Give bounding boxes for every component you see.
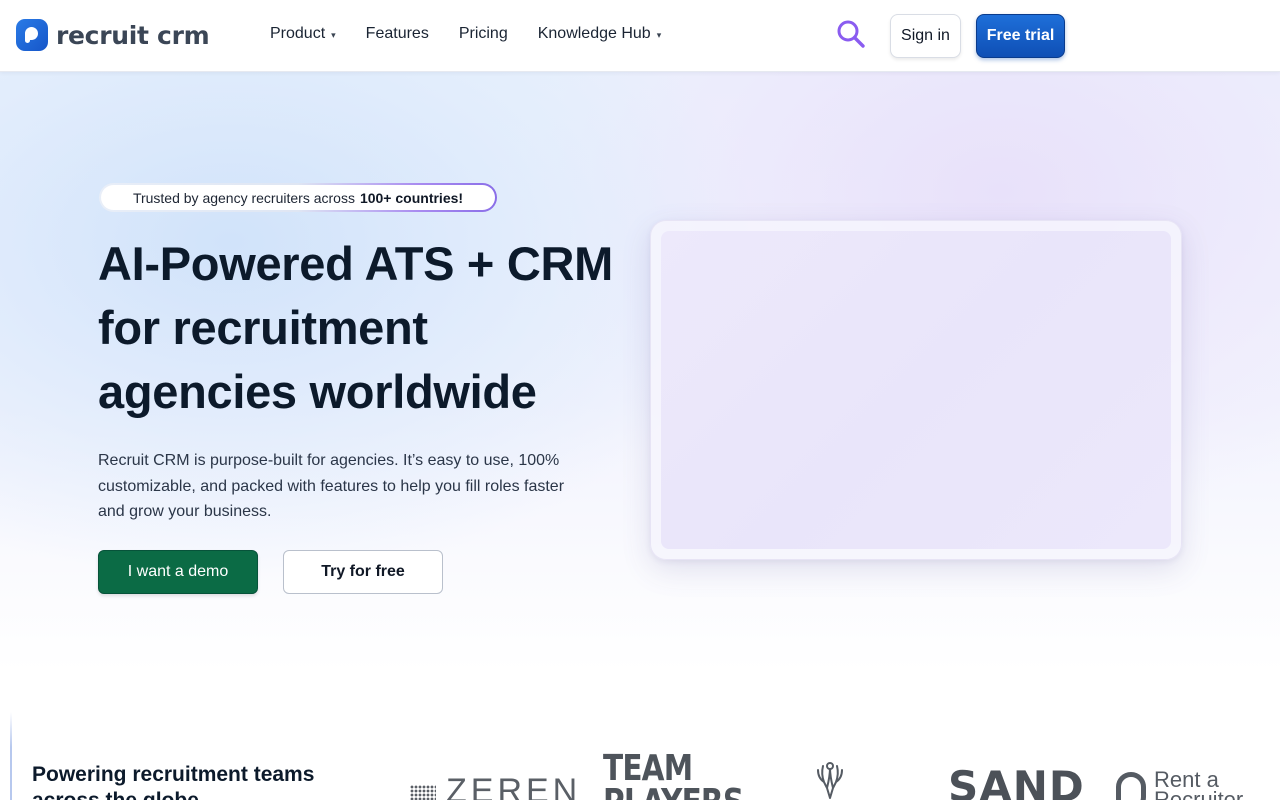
trusted-badge: Trusted by agency recruiters across 100+… bbox=[99, 183, 497, 212]
nav-item-label: Product bbox=[270, 25, 326, 42]
nav-item-knowledge-hub[interactable]: Knowledge Hub ▾ bbox=[538, 25, 662, 43]
client-logo-team-players: TEAM PLAYERS bbox=[603, 748, 744, 800]
client-logo-text-line: PLAYERS bbox=[603, 785, 744, 800]
clients-title: Powering recruitment teams across the gl… bbox=[32, 763, 315, 800]
recruit-crm-logo[interactable]: recruit crm bbox=[16, 18, 210, 52]
nav-item-features[interactable]: Features bbox=[366, 25, 429, 43]
client-logo-text-line: TEAM bbox=[603, 748, 693, 789]
client-logo-sand: SAND bbox=[948, 762, 1085, 800]
badge-text: Trusted by agency recruiters across bbox=[132, 189, 355, 206]
section-divider bbox=[10, 712, 12, 800]
nav-item-label: Pricing bbox=[458, 25, 508, 42]
chevron-down-icon: ▾ bbox=[331, 30, 336, 40]
search-icon bbox=[837, 20, 865, 48]
badge-highlight: 100+ countries! bbox=[359, 189, 464, 206]
free-trial-button[interactable]: Free trial bbox=[976, 14, 1065, 58]
zeren-dots-icon bbox=[410, 784, 436, 800]
client-logo-rent-a-recruiter: Rent a Recruiter bbox=[1116, 769, 1244, 800]
product-video-card[interactable] bbox=[650, 220, 1182, 560]
sign-in-button[interactable]: Sign in bbox=[890, 14, 961, 58]
rent-a-recruiter-icon bbox=[1116, 772, 1146, 800]
hero-description: Recruit CRM is purpose-built for agencie… bbox=[98, 452, 565, 520]
nav-item-label: Knowledge Hub bbox=[537, 25, 651, 42]
client-logo-antler bbox=[814, 758, 846, 800]
client-logo-zeren: ZEREN bbox=[410, 772, 581, 800]
logo-text: recruit crm bbox=[56, 20, 210, 50]
try-for-free-button[interactable]: Try for free bbox=[283, 550, 443, 594]
chevron-down-icon: ▾ bbox=[656, 30, 662, 40]
nav-item-label: Features bbox=[365, 25, 429, 42]
antler-icon bbox=[817, 762, 843, 799]
logo-mark-icon bbox=[16, 19, 48, 51]
request-demo-button[interactable]: I want a demo bbox=[98, 550, 258, 594]
client-logo-text: ZEREN bbox=[446, 772, 582, 800]
client-logo-text: Rent a Recruiter bbox=[1154, 769, 1244, 800]
nav-item-pricing[interactable]: Pricing bbox=[459, 25, 508, 43]
nav-item-product[interactable]: Product ▾ bbox=[270, 25, 336, 43]
search-button[interactable] bbox=[835, 18, 867, 50]
main-nav: Product ▾ Features Pricing Knowledge Hub… bbox=[270, 25, 691, 43]
site-header: recruit crm Product ▾ Features Pricing K… bbox=[0, 0, 1280, 72]
hero-title: AI-Powered ATS + CRM for recruitment age… bbox=[98, 237, 613, 418]
product-video-placeholder[interactable] bbox=[661, 231, 1171, 549]
client-logo-text-line: Recruiter bbox=[1154, 787, 1244, 800]
